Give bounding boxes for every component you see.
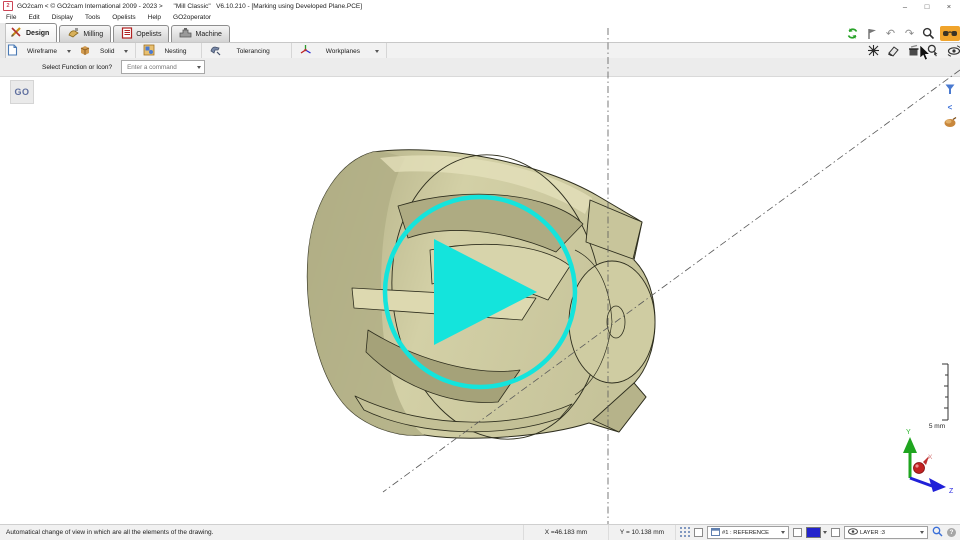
axis-y-arrow <box>903 437 917 453</box>
scale-ruler <box>942 364 948 420</box>
axis-triad: Y Z X <box>903 429 954 495</box>
workplane-window-icon <box>711 528 720 538</box>
viewport-canvas[interactable]: 5 mm Y Z X <box>0 0 960 540</box>
statusbar-controls: #1 : REFERENCE LAYER :3 ? <box>675 525 960 540</box>
help-icon[interactable]: ? <box>947 528 956 537</box>
layer-checkbox[interactable] <box>831 528 840 537</box>
model-part[interactable] <box>307 139 655 454</box>
reference-checkbox[interactable] <box>694 528 703 537</box>
axis-x-sphere <box>914 463 925 474</box>
axis-z-arrow <box>929 478 946 492</box>
chevron-down-icon[interactable] <box>920 531 924 534</box>
reference-value: #1 : REFERENCE <box>722 530 769 536</box>
grid-icon[interactable] <box>680 527 690 539</box>
axis-y-label: Y <box>906 429 911 436</box>
eye-icon <box>848 528 858 537</box>
current-color-swatch[interactable] <box>806 527 821 538</box>
color-checkbox[interactable] <box>793 528 802 537</box>
scale-label: 5 mm <box>929 423 945 430</box>
coordinate-y-readout: Y = 10.138 mm <box>608 525 675 540</box>
chevron-down-icon[interactable] <box>781 531 785 534</box>
layer-select[interactable]: LAYER :3 <box>844 526 928 539</box>
status-bar: Automatical change of view in which are … <box>0 524 960 540</box>
axis-z-label: Z <box>949 488 954 495</box>
chevron-down-icon[interactable] <box>823 531 827 534</box>
go2cam-window: 5 mm Y Z X 2 GO2cam < © GO2cam Internat <box>0 0 960 540</box>
coordinate-x-readout: X =46.183 mm <box>523 525 608 540</box>
color-picker[interactable] <box>806 527 827 538</box>
reference-select[interactable]: #1 : REFERENCE <box>707 526 789 539</box>
axis-x-label: X <box>928 454 933 461</box>
zoom-layer-icon[interactable] <box>932 526 943 539</box>
layer-value: LAYER :3 <box>860 530 885 536</box>
status-message: Automatical change of view in which are … <box>0 529 523 536</box>
